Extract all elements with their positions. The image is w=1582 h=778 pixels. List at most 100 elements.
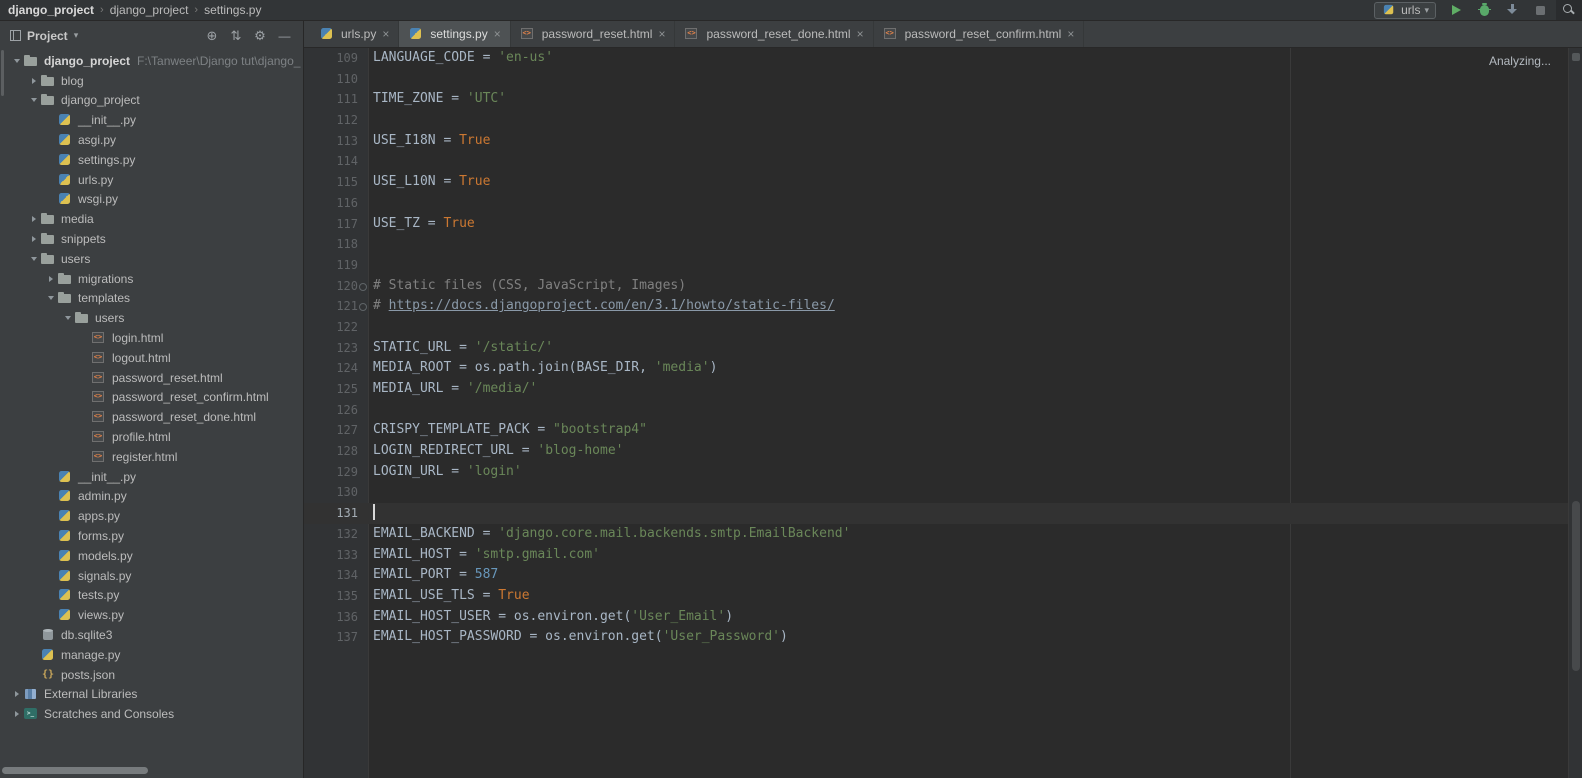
- tree-item-django_project[interactable]: django_project: [0, 91, 301, 111]
- tab-close-icon[interactable]: ×: [1067, 27, 1074, 41]
- tree-item-migrations[interactable]: migrations: [0, 269, 301, 289]
- tab-close-icon[interactable]: ×: [382, 27, 389, 41]
- tree-item-admin.py[interactable]: admin.py: [0, 487, 301, 507]
- code-line-121[interactable]: 121 # https://docs.djangoproject.com/en/3…: [304, 296, 1569, 317]
- locate-file-button[interactable]: ⊕: [203, 29, 221, 42]
- tree-item-profile.html[interactable]: profile.html: [0, 427, 301, 447]
- code-line-120[interactable]: 120 # Static files (CSS, JavaScript, Imag…: [304, 276, 1569, 297]
- tree-item-signals.py[interactable]: signals.py: [0, 566, 301, 586]
- chevron-open-icon[interactable]: [27, 98, 40, 102]
- tab-password_reset_done.html[interactable]: password_reset_done.html ×: [675, 20, 874, 47]
- code-line-129[interactable]: 129 LOGIN_URL = 'login': [304, 462, 1569, 483]
- tree-item-forms.py[interactable]: forms.py: [0, 526, 301, 546]
- code-line-115[interactable]: 115 USE_L10N = True: [304, 172, 1569, 193]
- code-line-133[interactable]: 133 EMAIL_HOST = 'smtp.gmail.com': [304, 545, 1569, 566]
- tree-item-Scratches and Consoles[interactable]: Scratches and Consoles: [0, 704, 301, 724]
- tree-item-register.html[interactable]: register.html: [0, 447, 301, 467]
- tree-item-views.py[interactable]: views.py: [0, 605, 301, 625]
- code-line-118[interactable]: 118: [304, 234, 1569, 255]
- code-line-130[interactable]: 130: [304, 482, 1569, 503]
- code-line-110[interactable]: 110: [304, 69, 1569, 90]
- chevron-closed-icon[interactable]: [44, 276, 57, 282]
- coverage-button[interactable]: [1504, 2, 1520, 18]
- tree-item-__init__.py[interactable]: __init__.py: [0, 467, 301, 487]
- tree-item-django_project[interactable]: django_project F:\Tanweer\Django tut\djan…: [0, 51, 301, 71]
- tree-vertical-scrollbar[interactable]: [1, 50, 4, 96]
- chevron-open-icon[interactable]: [10, 59, 23, 63]
- tree-horizontal-scrollbar[interactable]: [2, 767, 148, 774]
- code-line-117[interactable]: 117 USE_TZ = True: [304, 214, 1569, 235]
- tree-item-users[interactable]: users: [0, 308, 301, 328]
- tree-item-templates[interactable]: templates: [0, 289, 301, 309]
- tree-item-apps.py[interactable]: apps.py: [0, 506, 301, 526]
- tree-item-urls.py[interactable]: urls.py: [0, 170, 301, 190]
- code-line-109[interactable]: 109 LANGUAGE_CODE = 'en-us': [304, 48, 1569, 69]
- chevron-closed-icon[interactable]: [10, 691, 23, 697]
- tab-urls.py[interactable]: urls.py ×: [310, 20, 400, 47]
- breadcrumb-package[interactable]: django_project: [110, 3, 189, 17]
- code-line-122[interactable]: 122: [304, 317, 1569, 338]
- chevron-closed-icon[interactable]: [27, 236, 40, 242]
- chevron-open-icon[interactable]: [44, 296, 57, 300]
- chevron-open-icon[interactable]: [61, 316, 74, 320]
- search-everywhere-button[interactable]: [1556, 0, 1582, 20]
- code-line-113[interactable]: 113 USE_I18N = True: [304, 131, 1569, 152]
- debug-button[interactable]: [1476, 2, 1492, 18]
- code-line-111[interactable]: 111 TIME_ZONE = 'UTC': [304, 89, 1569, 110]
- tab-close-icon[interactable]: ×: [857, 27, 864, 41]
- code-line-134[interactable]: 134 EMAIL_PORT = 587: [304, 565, 1569, 586]
- tree-item-users[interactable]: users: [0, 249, 301, 269]
- tab-settings.py[interactable]: settings.py ×: [399, 20, 511, 47]
- tab-password_reset_confirm.html[interactable]: password_reset_confirm.html ×: [874, 20, 1085, 47]
- tab-close-icon[interactable]: ×: [494, 27, 501, 41]
- code-line-116[interactable]: 116: [304, 193, 1569, 214]
- breadcrumb-file[interactable]: settings.py: [204, 3, 261, 17]
- chevron-down-icon[interactable]: ▾: [74, 30, 79, 41]
- tree-item-password_reset.html[interactable]: password_reset.html: [0, 368, 301, 388]
- code-line-127[interactable]: 127 CRISPY_TEMPLATE_PACK = "bootstrap4": [304, 420, 1569, 441]
- tree-item-blog[interactable]: blog: [0, 71, 301, 91]
- chevron-closed-icon[interactable]: [10, 711, 23, 717]
- code-line-112[interactable]: 112: [304, 110, 1569, 131]
- tree-item-password_reset_done.html[interactable]: password_reset_done.html: [0, 407, 301, 427]
- code-line-123[interactable]: 123 STATIC_URL = '/static/': [304, 338, 1569, 359]
- chevron-open-icon[interactable]: [27, 257, 40, 261]
- editor-scrollbar-track[interactable]: [1568, 48, 1582, 778]
- tree-item-__init__.py[interactable]: __init__.py: [0, 110, 301, 130]
- code-line-136[interactable]: 136 EMAIL_HOST_USER = os.environ.get('Use…: [304, 607, 1569, 628]
- code-line-137[interactable]: 137 EMAIL_HOST_PASSWORD = os.environ.get(…: [304, 627, 1569, 648]
- project-panel-title[interactable]: Project: [27, 29, 68, 43]
- code-line-114[interactable]: 114: [304, 151, 1569, 172]
- tab-close-icon[interactable]: ×: [658, 27, 665, 41]
- tree-item-manage.py[interactable]: manage.py: [0, 645, 301, 665]
- tree-item-wsgi.py[interactable]: wsgi.py: [0, 190, 301, 210]
- code-line-128[interactable]: 128 LOGIN_REDIRECT_URL = 'blog-home': [304, 441, 1569, 462]
- code-editor[interactable]: 109 LANGUAGE_CODE = 'en-us' 110 111 TIME_ZON…: [304, 48, 1569, 778]
- collapse-all-button[interactable]: ⇅: [227, 29, 245, 42]
- scrollbar-thumb[interactable]: [1572, 500, 1580, 671]
- tree-item-models.py[interactable]: models.py: [0, 546, 301, 566]
- chevron-closed-icon[interactable]: [27, 216, 40, 222]
- tree-item-password_reset_confirm.html[interactable]: password_reset_confirm.html: [0, 388, 301, 408]
- run-button[interactable]: [1448, 2, 1464, 18]
- tree-item-settings.py[interactable]: settings.py: [0, 150, 301, 170]
- tree-item-posts.json[interactable]: posts.json: [0, 665, 301, 685]
- code-line-135[interactable]: 135 EMAIL_USE_TLS = True: [304, 586, 1569, 607]
- tree-item-asgi.py[interactable]: asgi.py: [0, 130, 301, 150]
- chevron-closed-icon[interactable]: [27, 78, 40, 84]
- tree-item-snippets[interactable]: snippets: [0, 229, 301, 249]
- tab-password_reset.html[interactable]: password_reset.html ×: [511, 20, 676, 47]
- run-configuration-selector[interactable]: urls ▾: [1374, 1, 1436, 19]
- tree-item-tests.py[interactable]: tests.py: [0, 586, 301, 606]
- code-line-124[interactable]: 124 MEDIA_ROOT = os.path.join(BASE_DIR, '…: [304, 358, 1569, 379]
- code-line-131[interactable]: 131: [304, 503, 1569, 524]
- tree-item-logout.html[interactable]: logout.html: [0, 348, 301, 368]
- code-line-119[interactable]: 119: [304, 255, 1569, 276]
- tree-item-media[interactable]: media: [0, 209, 301, 229]
- tree-item-External Libraries[interactable]: External Libraries: [0, 685, 301, 705]
- tree-item-db.sqlite3[interactable]: db.sqlite3: [0, 625, 301, 645]
- tree-item-login.html[interactable]: login.html: [0, 328, 301, 348]
- breadcrumb-project[interactable]: django_project: [8, 3, 94, 17]
- hide-panel-button[interactable]: —: [275, 30, 293, 42]
- code-line-132[interactable]: 132 EMAIL_BACKEND = 'django.core.mail.bac…: [304, 524, 1569, 545]
